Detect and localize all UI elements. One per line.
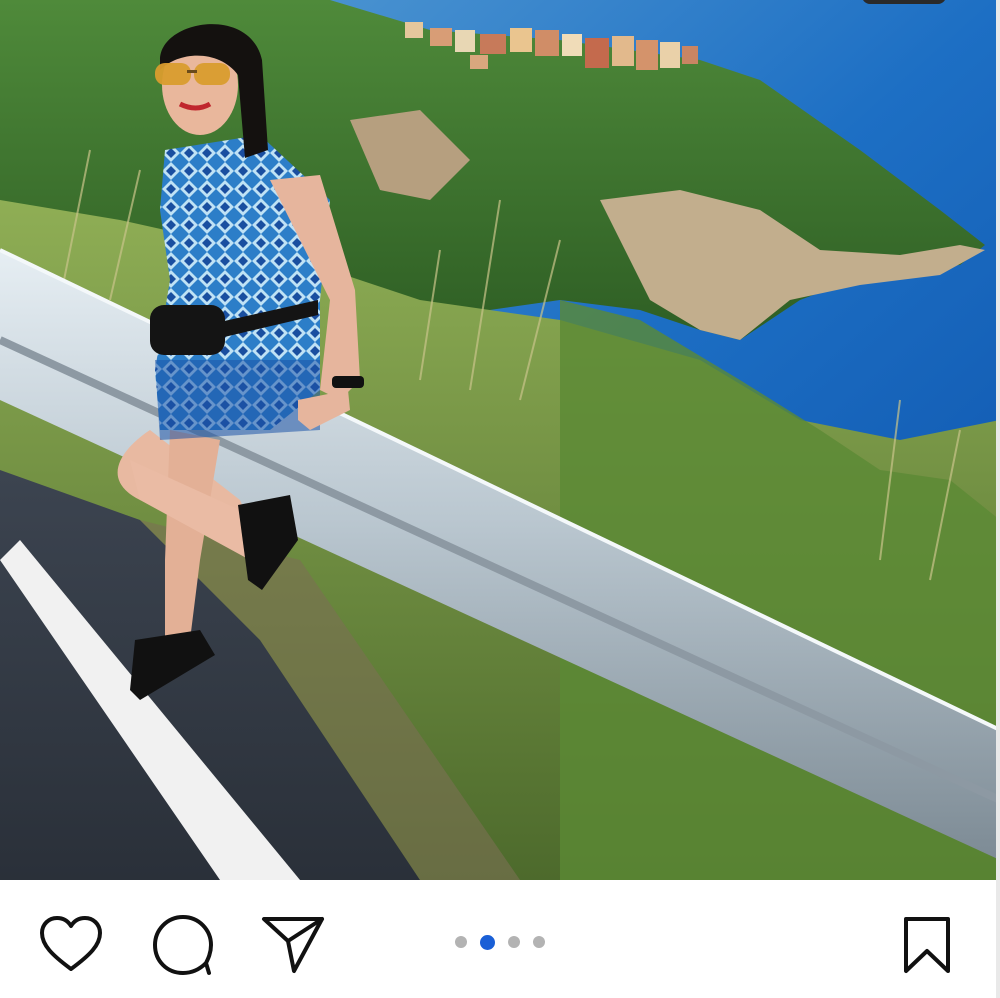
carousel-dot[interactable]	[508, 936, 520, 948]
heart-icon	[40, 916, 102, 971]
post-action-bar	[0, 880, 996, 998]
share-button[interactable]	[258, 910, 328, 980]
paper-plane-icon	[262, 917, 324, 973]
bookmark-icon	[904, 917, 950, 973]
carousel-dot-active[interactable]	[480, 934, 495, 950]
carousel-indicator	[455, 934, 545, 950]
photo-illustration	[0, 0, 1000, 880]
post-photo[interactable]	[0, 0, 1000, 880]
scroll-edge	[996, 0, 1000, 998]
comment-button[interactable]	[148, 910, 218, 980]
carousel-dot[interactable]	[455, 936, 467, 948]
like-button[interactable]	[36, 910, 106, 980]
carousel-dot[interactable]	[533, 936, 545, 948]
comment-bubble-icon	[153, 915, 213, 975]
instagram-post	[0, 0, 1000, 998]
save-button[interactable]	[892, 910, 962, 980]
top-status-pill	[862, 0, 946, 4]
